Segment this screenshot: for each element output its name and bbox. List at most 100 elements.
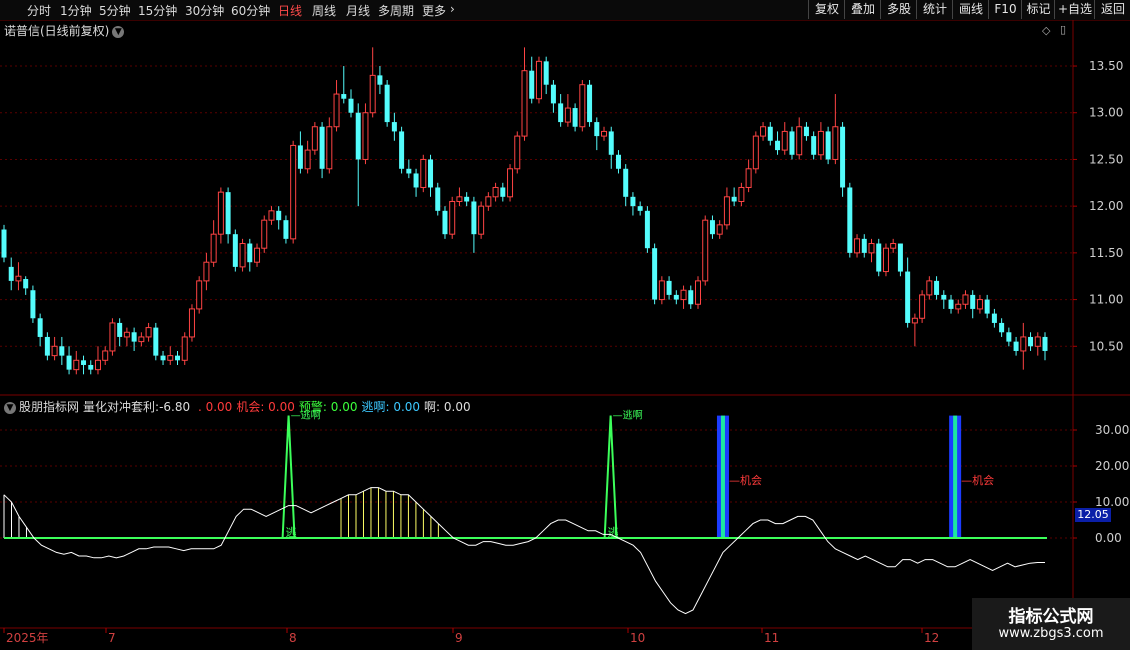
candle-body-down (341, 94, 347, 99)
candle-body-up (167, 355, 174, 361)
chance-label: —机会 (729, 473, 762, 487)
candle-body-up (564, 107, 571, 123)
period-tab-8[interactable]: 月线 (346, 2, 370, 19)
candle-body-down (1042, 336, 1048, 351)
candle-body-up (210, 233, 217, 263)
chevron-down-icon[interactable]: ▼ (4, 401, 16, 414)
diamond-icon[interactable]: ◇ (1042, 24, 1050, 37)
toolbar-button-5[interactable]: F10 (988, 0, 1022, 19)
candle-body-up (15, 275, 22, 282)
toolbar-button-7[interactable]: +自选 (1054, 0, 1095, 19)
period-tab-6[interactable]: 日线 (278, 2, 302, 19)
candle-body-down (984, 299, 990, 314)
toolbar-button-4[interactable]: 画线 (952, 0, 989, 19)
candle-body-up (73, 359, 80, 371)
toolbar-button-6[interactable]: 标记 (1021, 0, 1055, 19)
period-tab-4[interactable]: 30分钟 (185, 2, 224, 19)
candle-body-down (88, 364, 94, 370)
price-axis-label: 11.50 (1089, 246, 1123, 260)
candle-body-down (8, 266, 14, 281)
toolbar-button-1[interactable]: 叠加 (844, 0, 881, 19)
period-tab-2[interactable]: 5分钟 (99, 2, 131, 19)
chance-label: —机会 (961, 473, 994, 487)
period-tab-7[interactable]: 周线 (312, 2, 336, 19)
candle-body-up (102, 350, 109, 361)
candle-body-down (406, 168, 412, 174)
candle-body-up (723, 196, 730, 226)
candle-body-up (109, 322, 116, 352)
period-tab-5[interactable]: 60分钟 (231, 2, 270, 19)
period-tab-10[interactable]: 更多 (422, 2, 446, 19)
candle-body-down (117, 322, 123, 337)
candle-body-up (94, 359, 101, 371)
expand-icon[interactable]: ▯ (1060, 23, 1066, 36)
candle-body-up (138, 336, 145, 343)
toolbar-button-8[interactable]: 返回 (1094, 0, 1130, 19)
period-tab-0[interactable]: 分时 (27, 2, 51, 19)
candle-body-up (311, 126, 318, 151)
candle-body-down (652, 248, 658, 300)
candle-body-down (789, 131, 795, 155)
candle-body-down (1028, 336, 1034, 347)
toolbar-button-2[interactable]: 多股 (880, 0, 917, 19)
chevron-right-icon[interactable]: › (450, 2, 455, 16)
candle-body-down (435, 187, 441, 211)
candle-body-up (485, 196, 492, 207)
candle-body-up (919, 294, 926, 319)
candle-body-down (767, 126, 773, 141)
candle-body-down (413, 173, 419, 188)
candle-body-down (247, 243, 253, 263)
escape-bottom-label: 逃 (608, 526, 619, 539)
candle-body-down (905, 271, 911, 323)
toolbar-button-0[interactable]: 复权 (808, 0, 845, 19)
candle-body-down (225, 192, 231, 235)
candle-body-down (594, 122, 600, 137)
candle-body-down (709, 220, 715, 235)
chevron-down-icon[interactable]: ▼ (112, 25, 125, 38)
candle-body-up (290, 144, 297, 240)
period-tab-1[interactable]: 1分钟 (60, 2, 92, 19)
candle-body-up (911, 317, 918, 324)
chance-bar (716, 415, 729, 538)
candle-body-down (876, 243, 882, 272)
candle-body-up (507, 168, 514, 198)
candle-body-up (882, 247, 889, 273)
candle-body-down (775, 140, 781, 151)
candle-body-up (716, 224, 723, 235)
chance-bar (949, 415, 962, 538)
indicator-line (3, 487, 1045, 615)
period-tab-3[interactable]: 15分钟 (138, 2, 177, 19)
candle-body-up (188, 308, 195, 338)
candle-body-down (731, 196, 737, 202)
indicator-header: ▼ 股朋指标网 量化对冲套利:-6.80 . 0.00 机会: 0.00 预警: 0.0… (4, 398, 475, 415)
candle-body-up (362, 112, 369, 160)
stock-title: 诺普信(日线前复权) ▼ (4, 22, 125, 39)
candle-body-up (456, 196, 463, 202)
candle-body-down (558, 103, 564, 123)
candle-body-up (51, 345, 58, 357)
candle-body-down (999, 322, 1005, 333)
candle-body-down (500, 187, 506, 197)
candle-body-up (680, 289, 687, 301)
ind-axis-label: 20.00 (1095, 459, 1129, 473)
candle-body-up (658, 280, 665, 301)
candle-body-down (44, 336, 50, 356)
candle-body-down (297, 145, 303, 169)
toolbar-button-3[interactable]: 统计 (916, 0, 953, 19)
candle-body-up (123, 331, 130, 338)
candle-body-up (832, 126, 839, 160)
candle-body-up (478, 205, 485, 235)
candle-body-down (587, 84, 593, 123)
period-tab-9[interactable]: 多周期 (378, 2, 414, 19)
escape-spike (603, 415, 618, 539)
candle-body-up (796, 126, 803, 156)
candle-body-up (514, 135, 521, 170)
price-axis-label: 13.00 (1089, 106, 1123, 120)
candle-body-up (579, 84, 586, 128)
candle-body-down (37, 318, 43, 337)
candle-body-up (745, 168, 752, 188)
chart-canvas: 13.50 13.00 12.50 12.00 11.50 11.00 10.50 30.00… (0, 20, 1130, 645)
candle-body-up (1020, 336, 1027, 352)
price-axis-label: 12.50 (1089, 152, 1123, 166)
candle-body-down (666, 280, 672, 295)
